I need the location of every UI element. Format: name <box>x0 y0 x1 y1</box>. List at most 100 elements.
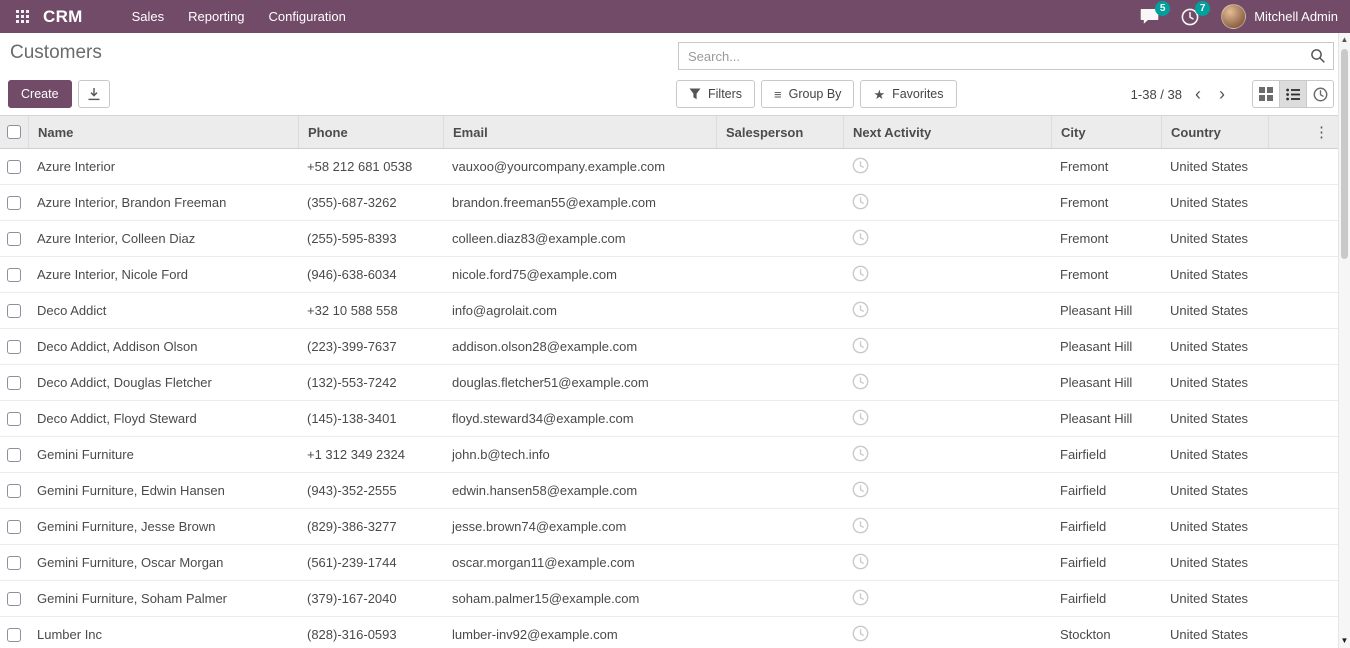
table-row[interactable]: Deco Addict, Addison Olson (223)-399-763… <box>0 329 1338 365</box>
search-input[interactable] <box>678 42 1334 70</box>
export-button[interactable] <box>78 80 110 108</box>
next-activity-clock-icon[interactable] <box>852 265 869 282</box>
cell-name: Azure Interior, Colleen Diaz <box>28 231 298 246</box>
table-row[interactable]: Azure Interior, Colleen Diaz (255)-595-8… <box>0 221 1338 257</box>
next-activity-clock-icon[interactable] <box>852 193 869 210</box>
activities-badge: 7 <box>1195 1 1210 16</box>
cell-name: Gemini Furniture, Soham Palmer <box>28 591 298 606</box>
next-activity-clock-icon[interactable] <box>852 301 869 318</box>
cell-city: Fairfield <box>1051 555 1161 570</box>
user-name: Mitchell Admin <box>1254 9 1338 24</box>
pager-previous-button[interactable]: ‹ <box>1186 81 1210 107</box>
row-checkbox[interactable] <box>7 592 21 606</box>
column-header-salesperson[interactable]: Salesperson <box>716 116 843 148</box>
row-checkbox[interactable] <box>7 556 21 570</box>
cell-next-activity <box>843 481 1051 501</box>
vertical-scrollbar[interactable]: ▲ ▼ <box>1338 33 1350 648</box>
search-icon[interactable] <box>1310 48 1326 64</box>
cell-city: Fremont <box>1051 231 1161 246</box>
favorites-button[interactable]: ★ Favorites <box>860 80 956 108</box>
cell-country: United States <box>1161 303 1268 318</box>
group-by-button[interactable]: ≡ Group By <box>761 80 854 108</box>
row-checkbox[interactable] <box>7 160 21 174</box>
next-activity-clock-icon[interactable] <box>852 625 869 642</box>
table-row[interactable]: Gemini Furniture, Jesse Brown (829)-386-… <box>0 509 1338 545</box>
menu-configuration[interactable]: Configuration <box>258 1 357 32</box>
column-header-next-activity[interactable]: Next Activity <box>843 116 1051 148</box>
cell-city: Fremont <box>1051 195 1161 210</box>
row-checkbox[interactable] <box>7 304 21 318</box>
table-row[interactable]: Deco Addict +32 10 588 558 info@agrolait… <box>0 293 1338 329</box>
cell-email: addison.olson28@example.com <box>443 339 716 354</box>
user-menu[interactable]: Mitchell Admin <box>1221 4 1338 29</box>
optional-columns-button[interactable]: ⋮ <box>1310 123 1333 141</box>
row-checkbox[interactable] <box>7 448 21 462</box>
next-activity-clock-icon[interactable] <box>852 481 869 498</box>
table-row[interactable]: Gemini Furniture +1 312 349 2324 john.b@… <box>0 437 1338 473</box>
next-activity-clock-icon[interactable] <box>852 409 869 426</box>
row-checkbox[interactable] <box>7 196 21 210</box>
next-activity-clock-icon[interactable] <box>852 589 869 606</box>
cell-country: United States <box>1161 159 1268 174</box>
next-activity-clock-icon[interactable] <box>852 445 869 462</box>
row-checkbox[interactable] <box>7 520 21 534</box>
table-row[interactable]: Deco Addict, Floyd Steward (145)-138-340… <box>0 401 1338 437</box>
scroll-down-arrow[interactable]: ▼ <box>1339 636 1350 645</box>
next-activity-clock-icon[interactable] <box>852 157 869 174</box>
table-row[interactable]: Lumber Inc (828)-316-0593 lumber-inv92@e… <box>0 617 1338 648</box>
row-checkbox[interactable] <box>7 628 21 642</box>
scroll-up-arrow[interactable]: ▲ <box>1339 35 1350 44</box>
filters-button[interactable]: Filters <box>676 80 755 108</box>
apps-menu-button[interactable] <box>10 6 35 27</box>
menu-reporting[interactable]: Reporting <box>177 1 255 32</box>
row-checkbox-cell <box>0 376 28 390</box>
cell-email: brandon.freeman55@example.com <box>443 195 716 210</box>
row-checkbox[interactable] <box>7 268 21 282</box>
row-checkbox-cell <box>0 520 28 534</box>
column-header-name[interactable]: Name <box>28 116 298 148</box>
next-activity-clock-icon[interactable] <box>852 517 869 534</box>
row-checkbox[interactable] <box>7 412 21 426</box>
row-checkbox[interactable] <box>7 376 21 390</box>
list-view-button[interactable] <box>1279 80 1307 108</box>
table-row[interactable]: Deco Addict, Douglas Fletcher (132)-553-… <box>0 365 1338 401</box>
row-checkbox[interactable] <box>7 232 21 246</box>
scroll-thumb[interactable] <box>1341 49 1348 259</box>
column-header-country[interactable]: Country <box>1161 116 1268 148</box>
table-row[interactable]: Gemini Furniture, Edwin Hansen (943)-352… <box>0 473 1338 509</box>
kanban-view-button[interactable] <box>1252 80 1280 108</box>
table-row[interactable]: Gemini Furniture, Oscar Morgan (561)-239… <box>0 545 1338 581</box>
next-activity-clock-icon[interactable] <box>852 337 869 354</box>
select-all-checkbox[interactable] <box>7 125 21 139</box>
row-checkbox[interactable] <box>7 484 21 498</box>
table-row[interactable]: Azure Interior, Brandon Freeman (355)-68… <box>0 185 1338 221</box>
cell-next-activity <box>843 589 1051 609</box>
cell-name: Deco Addict, Douglas Fletcher <box>28 375 298 390</box>
cell-next-activity <box>843 193 1051 213</box>
cell-city: Fremont <box>1051 159 1161 174</box>
cell-city: Fairfield <box>1051 591 1161 606</box>
action-buttons: Create <box>8 80 110 108</box>
cell-name: Gemini Furniture, Jesse Brown <box>28 519 298 534</box>
activities-button[interactable]: 7 <box>1181 8 1199 26</box>
column-header-city[interactable]: City <box>1051 116 1161 148</box>
next-activity-clock-icon[interactable] <box>852 373 869 390</box>
messages-button[interactable]: 5 <box>1140 8 1159 25</box>
column-header-phone[interactable]: Phone <box>298 116 443 148</box>
table-row[interactable]: Gemini Furniture, Soham Palmer (379)-167… <box>0 581 1338 617</box>
cell-city: Pleasant Hill <box>1051 303 1161 318</box>
view-header: Customers <box>0 33 1338 78</box>
app-brand: CRM <box>43 7 83 27</box>
table-row[interactable]: Azure Interior +58 212 681 0538 vauxoo@y… <box>0 149 1338 185</box>
table-row[interactable]: Azure Interior, Nicole Ford (946)-638-60… <box>0 257 1338 293</box>
next-activity-clock-icon[interactable] <box>852 553 869 570</box>
row-checkbox[interactable] <box>7 340 21 354</box>
column-header-email[interactable]: Email <box>443 116 716 148</box>
create-button[interactable]: Create <box>8 80 72 108</box>
cell-next-activity <box>843 553 1051 573</box>
pager-next-button[interactable]: › <box>1210 81 1234 107</box>
activity-view-button[interactable] <box>1306 80 1334 108</box>
next-activity-clock-icon[interactable] <box>852 229 869 246</box>
menu-sales[interactable]: Sales <box>121 1 176 32</box>
cell-name: Gemini Furniture, Oscar Morgan <box>28 555 298 570</box>
